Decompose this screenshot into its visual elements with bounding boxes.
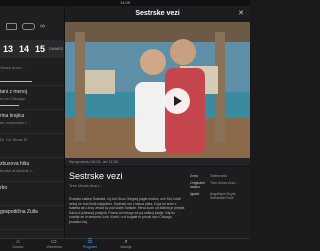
- list-item-title: gospodična Zulla: [0, 209, 38, 215]
- list-item-subtitle: Dr. Oz Show IV: [0, 137, 28, 142]
- program-title: Sestrske vezi: [69, 171, 123, 181]
- list-item-subtitle: de corazones I...: [0, 120, 30, 125]
- eye-icon[interactable]: ∞: [40, 23, 52, 30]
- program-text: Evarisio zaklep Soledad, ruj Ant Gucz Ol…: [69, 197, 185, 224]
- list-item-subtitle: Veces Ama I...: [0, 65, 26, 70]
- tab-label: Iskanje: [120, 245, 132, 249]
- tv-icon[interactable]: [6, 22, 17, 30]
- close-icon[interactable]: ✕: [238, 6, 244, 22]
- program-description: Sestrske vezi Tres Veces Ana I... Evaris…: [69, 171, 190, 224]
- list-item-title: tani z menoj: [0, 89, 27, 95]
- list-item-title: rbo: [0, 185, 8, 191]
- list-item[interactable]: zbusova hiša house of Anubis I...: [0, 158, 64, 182]
- channel-sidebar: ∞ 13 14 15 DANES Veces Ama I... tani z m…: [0, 6, 65, 238]
- filter-bar: ∞: [0, 6, 64, 36]
- detail-header: Sestrske vezi ✕: [65, 6, 250, 22]
- program-info: Sestrske vezi Tres Veces Ana I... Evaris…: [65, 167, 250, 228]
- detail-value: Tres Veces Ana I...: [210, 181, 240, 185]
- progress-bar: [0, 81, 32, 82]
- tab-bar: ⌂ Domov ▭ Videoteka ☰ Programi ⌕ Iskanje: [0, 238, 250, 251]
- list-item-title: rina krajica: [0, 113, 25, 119]
- detail-row: Igralci Angelique Boyer, Sebastián Rulli: [190, 192, 246, 200]
- page-title: Sestrske vezi: [135, 10, 180, 17]
- list-item-subtitle: ro en Chicago: [0, 96, 25, 101]
- program-list: Veces Ama I... tani z menoj ro en Chicag…: [0, 62, 64, 230]
- detail-key: Igralci: [190, 192, 200, 196]
- detail-panel: Sestrske vezi ✕ Na sporedu 16.01. ob 11:…: [65, 6, 250, 238]
- detail-key: Zvrst: [190, 174, 198, 178]
- detail-row: Originalni naslov Tres Veces Ana I...: [190, 181, 246, 189]
- play-icon: [174, 96, 182, 106]
- tab-label: Domov: [12, 245, 24, 249]
- airing-time: Na sporedu 16.01. ob 11:50: [65, 158, 250, 167]
- glasses-icon[interactable]: [22, 22, 35, 30]
- tab-programs[interactable]: ☰ Programi: [72, 239, 108, 251]
- play-button[interactable]: [164, 88, 190, 114]
- detail-value: Telenovela: [210, 174, 227, 178]
- tab-library[interactable]: ▭ Videoteka: [36, 239, 72, 251]
- progress-bar: [0, 105, 20, 106]
- tab-search[interactable]: ⌕ Iskanje: [108, 239, 144, 251]
- list-item-title: zbusova hiša: [0, 161, 30, 167]
- detail-value: Angelique Boyer, Sebastián Rulli: [210, 192, 237, 200]
- list-item-subtitle: house of Anubis I...: [0, 168, 35, 173]
- day-14[interactable]: 14: [16, 40, 32, 58]
- list-item[interactable]: tani z menoj ro en Chicago: [0, 86, 64, 110]
- list-item[interactable]: rina krajica de corazones I...: [0, 110, 64, 134]
- list-item[interactable]: rbo: [0, 182, 64, 206]
- day-15[interactable]: 15: [32, 40, 48, 58]
- list-item[interactable]: Veces Ama I...: [0, 62, 64, 86]
- detail-row: Zvrst Telenovela: [190, 174, 246, 178]
- day-13[interactable]: 13: [0, 40, 16, 58]
- tab-label: Programi: [82, 245, 98, 249]
- detail-key: Originalni naslov: [190, 181, 205, 189]
- hero-illustration: [65, 22, 250, 158]
- day-today[interactable]: DANES: [48, 40, 64, 58]
- tab-home[interactable]: ⌂ Domov: [0, 239, 36, 251]
- program-subtitle: Tres Veces Ana I...: [69, 183, 103, 188]
- day-selector: 13 14 15 DANES: [0, 40, 64, 58]
- program-details: Zvrst Telenovela Originalni naslov Tres …: [190, 171, 246, 224]
- tab-label: Videoteka: [46, 245, 62, 249]
- list-item[interactable]: Dr. Oz Show IV: [0, 134, 64, 158]
- list-item[interactable]: gospodična Zulla: [0, 206, 64, 230]
- status-time: 14:05: [119, 0, 130, 5]
- hero-image[interactable]: [65, 22, 250, 158]
